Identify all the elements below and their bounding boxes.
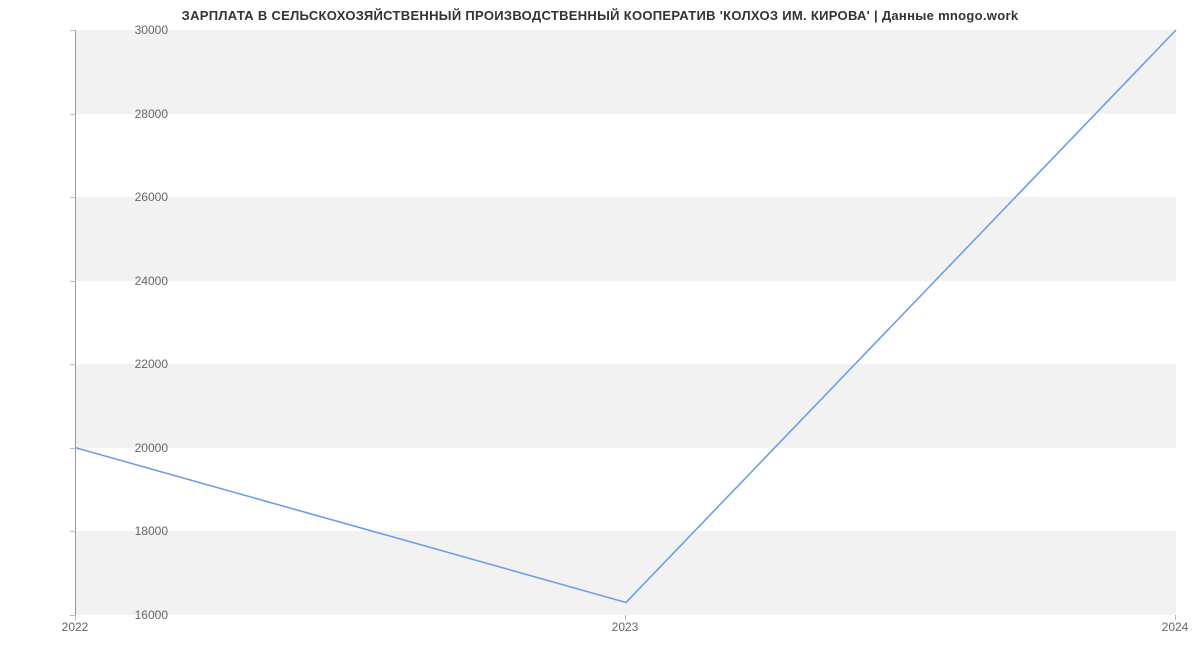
salary-line [76, 30, 1176, 602]
y-tick-mark [70, 114, 76, 115]
x-tick-mark [1175, 615, 1176, 620]
plot-container [75, 30, 1175, 615]
y-tick-mark [70, 30, 76, 31]
plot-area [75, 30, 1175, 615]
x-tick-label: 2024 [1162, 620, 1189, 634]
y-tick-label: 20000 [108, 441, 168, 455]
y-tick-mark [70, 197, 76, 198]
y-tick-label: 16000 [108, 608, 168, 622]
chart-title: ЗАРПЛАТА В СЕЛЬСКОХОЗЯЙСТВЕННЫЙ ПРОИЗВОД… [0, 0, 1200, 23]
y-tick-mark [70, 448, 76, 449]
x-tick-mark [625, 615, 626, 620]
y-tick-label: 24000 [108, 274, 168, 288]
y-tick-label: 30000 [108, 23, 168, 37]
y-tick-mark [70, 531, 76, 532]
y-tick-mark [70, 364, 76, 365]
x-tick-label: 2022 [62, 620, 89, 634]
line-series-layer [76, 30, 1176, 615]
y-tick-label: 26000 [108, 190, 168, 204]
x-tick-mark [75, 615, 76, 620]
y-tick-mark [70, 281, 76, 282]
x-tick-label: 2023 [612, 620, 639, 634]
y-tick-label: 22000 [108, 357, 168, 371]
y-tick-label: 28000 [108, 107, 168, 121]
y-tick-label: 18000 [108, 524, 168, 538]
